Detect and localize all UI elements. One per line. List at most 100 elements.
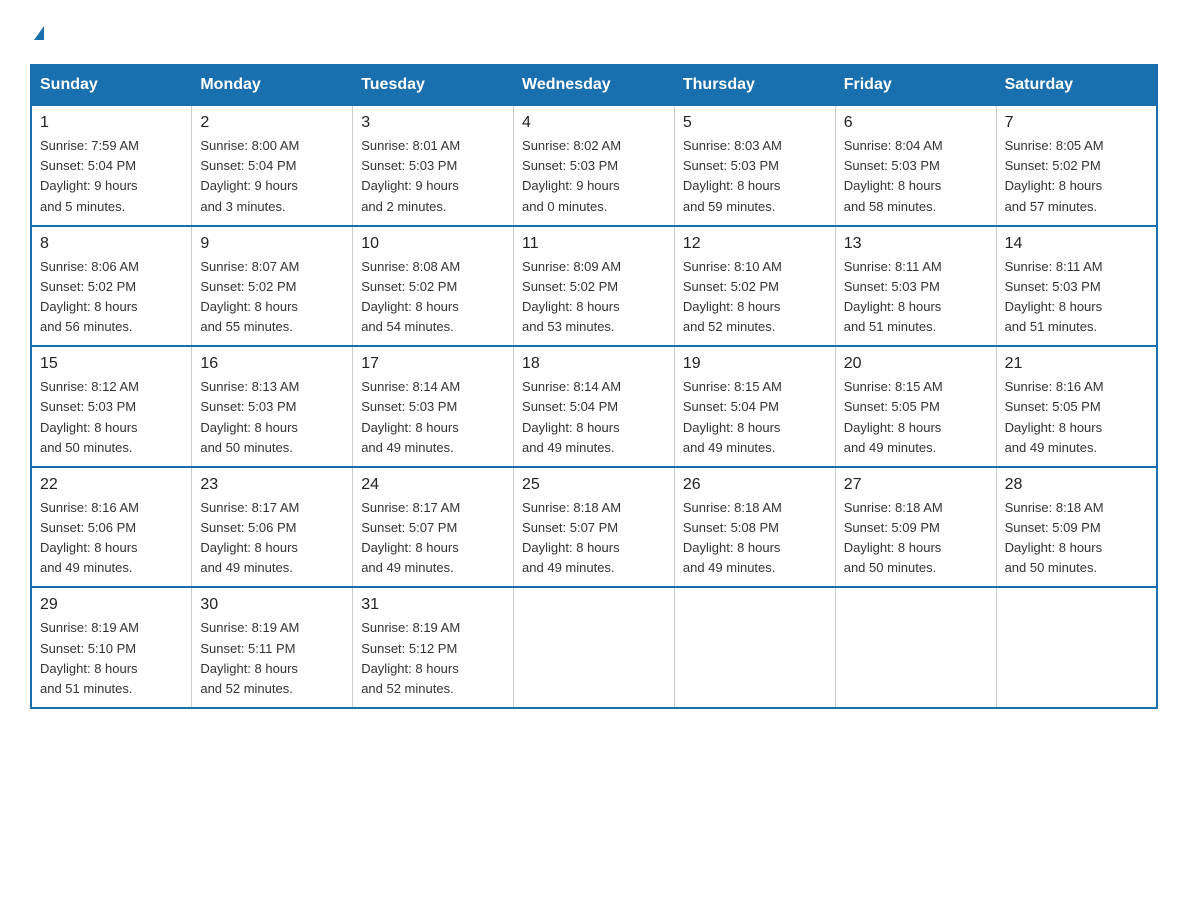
calendar-cell: 14 Sunrise: 8:11 AMSunset: 5:03 PMDayligh…	[996, 226, 1157, 347]
calendar-cell: 7Sunrise: 8:05 AMSunset: 5:02 PMDaylight…	[996, 105, 1157, 226]
calendar-cell: 25 Sunrise: 8:18 AMSunset: 5:07 PMDayligh…	[514, 467, 675, 588]
calendar-week-row: 8 Sunrise: 8:06 AMSunset: 5:02 PMDaylight…	[31, 226, 1157, 347]
day-info: Sunrise: 8:11 AMSunset: 5:03 PMDaylight:…	[1005, 257, 1148, 338]
day-info: Sunrise: 8:02 AMSunset: 5:03 PMDaylight:…	[522, 136, 666, 217]
weekday-header-sunday: Sunday	[31, 65, 192, 105]
calendar-cell: 27 Sunrise: 8:18 AMSunset: 5:09 PMDayligh…	[835, 467, 996, 588]
day-info: Sunrise: 8:18 AMSunset: 5:09 PMDaylight:…	[1005, 498, 1148, 579]
day-number: 5	[683, 114, 827, 132]
day-number: 20	[844, 355, 988, 373]
logo	[30, 20, 44, 44]
day-info: Sunrise: 8:10 AMSunset: 5:02 PMDaylight:…	[683, 257, 827, 338]
weekday-header-friday: Friday	[835, 65, 996, 105]
day-number: 27	[844, 476, 988, 494]
day-number: 17	[361, 355, 505, 373]
day-info: Sunrise: 8:17 AMSunset: 5:06 PMDaylight:…	[200, 498, 344, 579]
calendar-week-row: 1 Sunrise: 7:59 AMSunset: 5:04 PMDaylight…	[31, 105, 1157, 226]
calendar-cell: 19 Sunrise: 8:15 AMSunset: 5:04 PMDayligh…	[674, 346, 835, 467]
day-number: 23	[200, 476, 344, 494]
day-info: Sunrise: 8:14 AMSunset: 5:03 PMDaylight:…	[361, 377, 505, 458]
calendar-cell: 29 Sunrise: 8:19 AMSunset: 5:10 PMDayligh…	[31, 587, 192, 708]
calendar-table: SundayMondayTuesdayWednesdayThursdayFrid…	[30, 64, 1158, 709]
day-info: Sunrise: 8:05 AMSunset: 5:02 PMDaylight:…	[1005, 136, 1148, 217]
day-number: 26	[683, 476, 827, 494]
calendar-cell: 13 Sunrise: 8:11 AMSunset: 5:03 PMDayligh…	[835, 226, 996, 347]
day-info: Sunrise: 8:01 AMSunset: 5:03 PMDaylight:…	[361, 136, 505, 217]
calendar-cell: 6 Sunrise: 8:04 AMSunset: 5:03 PMDaylight…	[835, 105, 996, 226]
day-number: 2	[200, 114, 344, 132]
day-number: 3	[361, 114, 505, 132]
calendar-cell: 12 Sunrise: 8:10 AMSunset: 5:02 PMDayligh…	[674, 226, 835, 347]
day-info: Sunrise: 8:19 AMSunset: 5:12 PMDaylight:…	[361, 618, 505, 699]
calendar-cell	[835, 587, 996, 708]
day-info: Sunrise: 8:19 AMSunset: 5:11 PMDaylight:…	[200, 618, 344, 699]
day-info: Sunrise: 8:14 AMSunset: 5:04 PMDaylight:…	[522, 377, 666, 458]
calendar-cell: 2 Sunrise: 8:00 AMSunset: 5:04 PMDaylight…	[192, 105, 353, 226]
day-number: 13	[844, 235, 988, 253]
day-info: Sunrise: 8:17 AMSunset: 5:07 PMDaylight:…	[361, 498, 505, 579]
day-number: 11	[522, 235, 666, 253]
day-info: Sunrise: 8:06 AMSunset: 5:02 PMDaylight:…	[40, 257, 183, 338]
day-number: 8	[40, 235, 183, 253]
day-info: Sunrise: 8:15 AMSunset: 5:05 PMDaylight:…	[844, 377, 988, 458]
day-number: 14	[1005, 235, 1148, 253]
day-info: Sunrise: 7:59 AMSunset: 5:04 PMDaylight:…	[40, 136, 183, 217]
calendar-week-row: 29 Sunrise: 8:19 AMSunset: 5:10 PMDayligh…	[31, 587, 1157, 708]
calendar-cell	[674, 587, 835, 708]
day-info: Sunrise: 8:15 AMSunset: 5:04 PMDaylight:…	[683, 377, 827, 458]
day-info: Sunrise: 8:00 AMSunset: 5:04 PMDaylight:…	[200, 136, 344, 217]
logo-general-line	[30, 20, 44, 44]
day-number: 1	[40, 114, 183, 132]
day-number: 30	[200, 596, 344, 614]
day-info: Sunrise: 8:18 AMSunset: 5:07 PMDaylight:…	[522, 498, 666, 579]
calendar-cell: 11 Sunrise: 8:09 AMSunset: 5:02 PMDayligh…	[514, 226, 675, 347]
calendar-cell: 24 Sunrise: 8:17 AMSunset: 5:07 PMDayligh…	[353, 467, 514, 588]
calendar-week-row: 15 Sunrise: 8:12 AMSunset: 5:03 PMDayligh…	[31, 346, 1157, 467]
calendar-cell: 22 Sunrise: 8:16 AMSunset: 5:06 PMDayligh…	[31, 467, 192, 588]
day-info: Sunrise: 8:04 AMSunset: 5:03 PMDaylight:…	[844, 136, 988, 217]
weekday-header-row: SundayMondayTuesdayWednesdayThursdayFrid…	[31, 65, 1157, 105]
day-number: 29	[40, 596, 183, 614]
calendar-cell: 16Sunrise: 8:13 AMSunset: 5:03 PMDayligh…	[192, 346, 353, 467]
day-info: Sunrise: 8:19 AMSunset: 5:10 PMDaylight:…	[40, 618, 183, 699]
calendar-cell: 5Sunrise: 8:03 AMSunset: 5:03 PMDaylight…	[674, 105, 835, 226]
calendar-week-row: 22 Sunrise: 8:16 AMSunset: 5:06 PMDayligh…	[31, 467, 1157, 588]
logo-triangle-icon	[34, 26, 44, 40]
calendar-cell: 30 Sunrise: 8:19 AMSunset: 5:11 PMDayligh…	[192, 587, 353, 708]
weekday-header-saturday: Saturday	[996, 65, 1157, 105]
day-number: 25	[522, 476, 666, 494]
day-number: 16	[200, 355, 344, 373]
day-number: 6	[844, 114, 988, 132]
calendar-cell	[996, 587, 1157, 708]
day-number: 10	[361, 235, 505, 253]
calendar-cell: 21 Sunrise: 8:16 AMSunset: 5:05 PMDayligh…	[996, 346, 1157, 467]
calendar-cell: 4Sunrise: 8:02 AMSunset: 5:03 PMDaylight…	[514, 105, 675, 226]
day-info: Sunrise: 8:09 AMSunset: 5:02 PMDaylight:…	[522, 257, 666, 338]
calendar-cell: 8 Sunrise: 8:06 AMSunset: 5:02 PMDaylight…	[31, 226, 192, 347]
day-number: 21	[1005, 355, 1148, 373]
day-number: 15	[40, 355, 183, 373]
day-info: Sunrise: 8:16 AMSunset: 5:05 PMDaylight:…	[1005, 377, 1148, 458]
day-info: Sunrise: 8:18 AMSunset: 5:09 PMDaylight:…	[844, 498, 988, 579]
calendar-cell: 10Sunrise: 8:08 AMSunset: 5:02 PMDayligh…	[353, 226, 514, 347]
day-info: Sunrise: 8:07 AMSunset: 5:02 PMDaylight:…	[200, 257, 344, 338]
calendar-cell: 20 Sunrise: 8:15 AMSunset: 5:05 PMDayligh…	[835, 346, 996, 467]
day-info: Sunrise: 8:12 AMSunset: 5:03 PMDaylight:…	[40, 377, 183, 458]
day-number: 12	[683, 235, 827, 253]
calendar-cell: 23 Sunrise: 8:17 AMSunset: 5:06 PMDayligh…	[192, 467, 353, 588]
weekday-header-wednesday: Wednesday	[514, 65, 675, 105]
calendar-cell: 28 Sunrise: 8:18 AMSunset: 5:09 PMDayligh…	[996, 467, 1157, 588]
day-number: 19	[683, 355, 827, 373]
calendar-cell: 18Sunrise: 8:14 AMSunset: 5:04 PMDayligh…	[514, 346, 675, 467]
day-number: 28	[1005, 476, 1148, 494]
day-info: Sunrise: 8:16 AMSunset: 5:06 PMDaylight:…	[40, 498, 183, 579]
calendar-cell: 31Sunrise: 8:19 AMSunset: 5:12 PMDayligh…	[353, 587, 514, 708]
weekday-header-thursday: Thursday	[674, 65, 835, 105]
day-number: 22	[40, 476, 183, 494]
calendar-cell: 3 Sunrise: 8:01 AMSunset: 5:03 PMDaylight…	[353, 105, 514, 226]
day-info: Sunrise: 8:11 AMSunset: 5:03 PMDaylight:…	[844, 257, 988, 338]
day-number: 24	[361, 476, 505, 494]
calendar-cell: 9Sunrise: 8:07 AMSunset: 5:02 PMDaylight…	[192, 226, 353, 347]
calendar-cell: 15 Sunrise: 8:12 AMSunset: 5:03 PMDayligh…	[31, 346, 192, 467]
day-info: Sunrise: 8:18 AMSunset: 5:08 PMDaylight:…	[683, 498, 827, 579]
